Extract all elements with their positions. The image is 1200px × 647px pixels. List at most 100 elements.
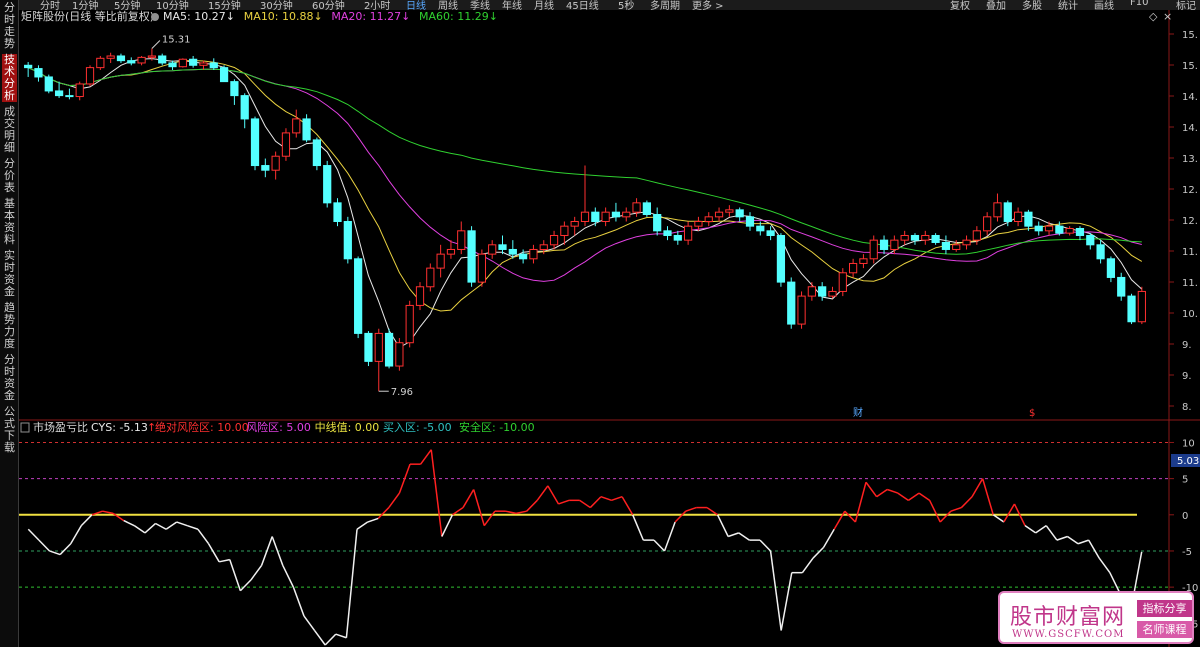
toolbar-button-3[interactable]: 统计 (1058, 0, 1078, 10)
candle (374, 328, 383, 392)
cys-segment (674, 510, 687, 523)
candle (993, 193, 1002, 222)
period-tab-16[interactable]: 更多 > (692, 0, 724, 10)
period-tab-12[interactable]: 月线 (534, 0, 554, 10)
cys-segment (1077, 539, 1089, 545)
nav-tab-0[interactable]: 分时走势 (2, 2, 17, 50)
nav-tab-7[interactable]: 分时资金 (2, 354, 17, 402)
cys-segment (313, 630, 326, 646)
candle (54, 81, 64, 98)
price-axis-tick: 14. (1182, 123, 1198, 134)
toolbar-button-2[interactable]: 多股 (1022, 0, 1042, 10)
period-tab-8[interactable]: 日线 (406, 0, 426, 10)
period-tab-14[interactable]: 5秒 (618, 0, 634, 10)
candle (292, 109, 301, 138)
candle (1127, 293, 1136, 325)
period-tab-7[interactable]: 2小时 (364, 0, 390, 10)
period-tab-6[interactable]: 60分钟 (312, 0, 345, 10)
period-tab-15[interactable]: 多周期 (650, 0, 680, 10)
period-tab-11[interactable]: 年线 (502, 0, 522, 10)
watermark-tag-courses: 名师课程 (1137, 621, 1192, 638)
candle (426, 263, 435, 292)
candle (611, 202, 621, 222)
cys-segment (80, 514, 93, 527)
diamond-icon[interactable]: ◇ (1149, 10, 1158, 23)
cys-segment (822, 528, 835, 548)
candle (364, 331, 373, 367)
nav-tab-1[interactable]: 技术分析 (2, 54, 17, 102)
current-value-text: 5.03 (1177, 456, 1199, 467)
period-tab-4[interactable]: 15分钟 (208, 0, 241, 10)
toolbar-button-6[interactable]: 标记 (1176, 0, 1196, 10)
cys-segment (960, 496, 973, 509)
candle (34, 65, 43, 82)
period-tab-10[interactable]: 季线 (470, 0, 490, 10)
cys-segment (430, 449, 443, 537)
cys-segment (123, 519, 135, 527)
candle (189, 55, 198, 68)
toolbar-button-4[interactable]: 画线 (1094, 0, 1114, 10)
cys-segment (632, 514, 645, 541)
period-tab-9[interactable]: 周线 (438, 0, 458, 10)
cys-segment (420, 449, 432, 465)
cys-segment (558, 499, 570, 505)
cys-segment (759, 539, 772, 552)
period-tab-13[interactable]: 45日线 (566, 0, 599, 10)
nav-tab-2[interactable]: 成交明细 (2, 106, 17, 154)
toolbar-button-0[interactable]: 复权 (950, 0, 970, 10)
left-navigation: 分时走势技术分析成交明细分价表基本资料实时资金趋势力度分时资金公式下载 (0, 0, 19, 647)
cys-segment (716, 514, 729, 537)
candle (137, 55, 146, 66)
toolbar-button-1[interactable]: 叠加 (986, 0, 1006, 10)
period-tab-1[interactable]: 1分钟 (72, 0, 98, 10)
candle (1034, 221, 1043, 236)
period-tab-2[interactable]: 5分钟 (114, 0, 140, 10)
indicator-menu-icon[interactable] (20, 422, 30, 433)
high-pointer (151, 40, 161, 49)
nav-tab-6[interactable]: 趋势力度 (2, 302, 17, 350)
dividend-event-marker[interactable]: $ (1029, 408, 1035, 419)
period-tab-5[interactable]: 30分钟 (260, 0, 293, 10)
price-axis-tick: 12. (1182, 216, 1198, 227)
cys-segment (992, 514, 1005, 523)
cys-segment (133, 525, 146, 534)
candle (941, 235, 951, 255)
cys-segment (738, 532, 750, 541)
candle (1065, 226, 1074, 236)
cys-segment (59, 543, 72, 556)
candle (85, 65, 95, 87)
nav-tab-5[interactable]: 实时资金 (2, 250, 17, 298)
cys-segment (260, 536, 273, 566)
nav-tab-8[interactable]: 公式下载 (2, 406, 17, 454)
nav-tab-4[interactable]: 基本资料 (2, 198, 17, 246)
period-toolbar: 分时 1分钟 5分钟 10分钟 15分钟 30分钟 60分钟 2小时 日线 周线 季线 年线 月线 45日… (0, 0, 1200, 10)
indicator-axis-tick: 10 (1182, 438, 1195, 449)
candle (1106, 256, 1116, 283)
finance-event-marker[interactable]: 财 (853, 406, 863, 419)
cys-segment (971, 478, 984, 498)
close-icon[interactable]: × (1163, 10, 1172, 23)
stock-title: 矩阵股份(日线 等比前复权) (21, 10, 154, 23)
cys-segment (1056, 535, 1068, 541)
candle (250, 116, 260, 171)
cys-segment (398, 463, 411, 494)
legend-item-1: 风险区: 5.00 (246, 420, 311, 434)
cys-segment (663, 521, 676, 552)
period-tab-0[interactable]: 分时 (40, 0, 60, 10)
nav-tab-3[interactable]: 分价表 (2, 158, 17, 194)
period-tab-3[interactable]: 10分钟 (156, 0, 189, 10)
cys-segment (621, 496, 634, 516)
cys-segment (388, 492, 401, 509)
candle (735, 207, 744, 222)
settings-icon[interactable] (151, 13, 159, 21)
candle (663, 226, 672, 241)
cys-segment (780, 572, 793, 631)
candle (684, 221, 693, 245)
candle (787, 277, 796, 329)
price-axis-tick: 15. (1182, 61, 1198, 72)
toolbar-button-5[interactable]: F10 (1130, 0, 1148, 8)
candle (714, 207, 724, 222)
candle (642, 200, 651, 217)
candle (776, 233, 786, 287)
cys-segment (324, 633, 337, 646)
